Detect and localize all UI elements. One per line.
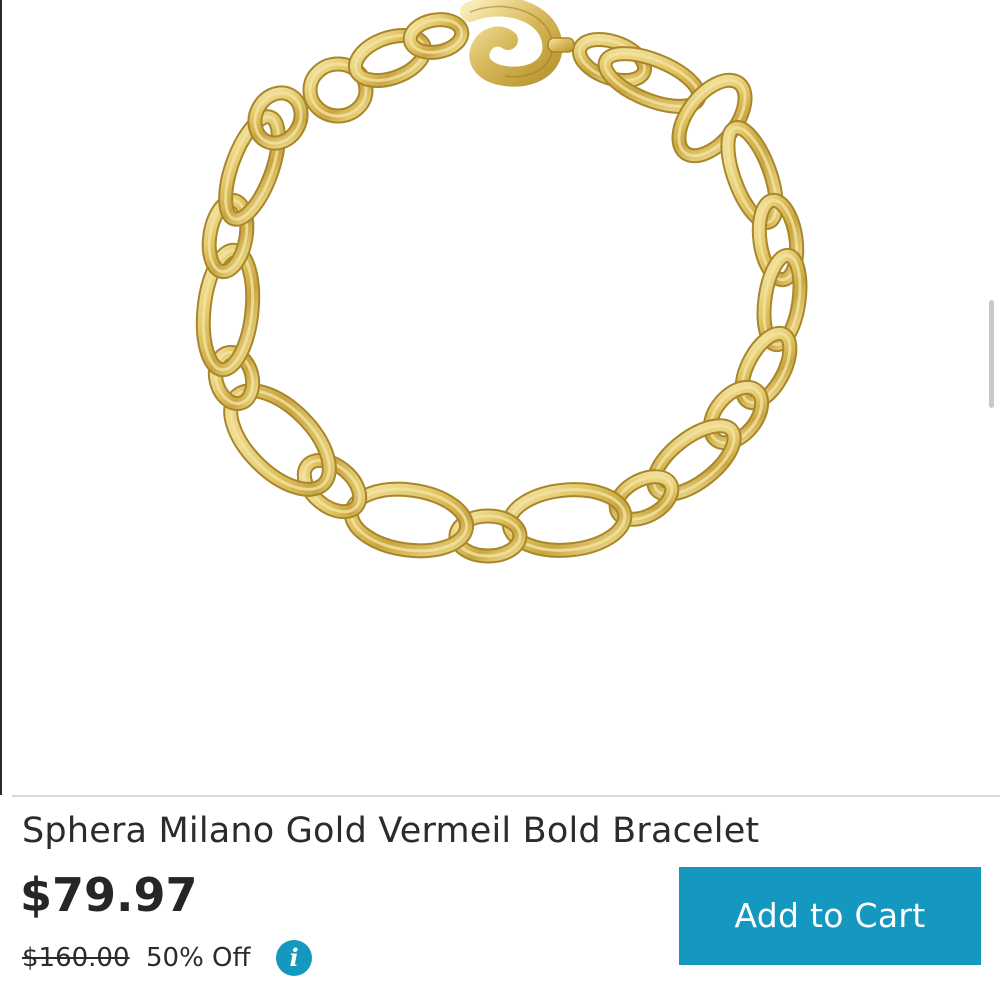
product-title: Sphera Milano Gold Vermeil Bold Bracelet (22, 811, 760, 851)
section-divider (12, 795, 1000, 797)
info-icon[interactable]: i (276, 940, 312, 976)
chain-link (671, 72, 753, 164)
product-image[interactable] (0, 0, 1000, 795)
chain-link (402, 12, 470, 60)
current-price: $79.97 (20, 868, 198, 922)
chain-link (223, 383, 337, 497)
product-detail-screen: Sphera Milano Gold Vermeil Bold Bracelet… (0, 0, 1000, 1000)
chain-link (720, 120, 784, 230)
lobster-clasp-icon (460, 0, 575, 87)
add-to-cart-button[interactable]: Add to Cart (679, 867, 981, 965)
chain-link (646, 418, 742, 502)
original-price: $160.00 (22, 943, 130, 973)
discount-label: 50% Off (146, 943, 251, 973)
bracelet-chain (195, 12, 808, 564)
scrollbar[interactable] (989, 300, 994, 408)
